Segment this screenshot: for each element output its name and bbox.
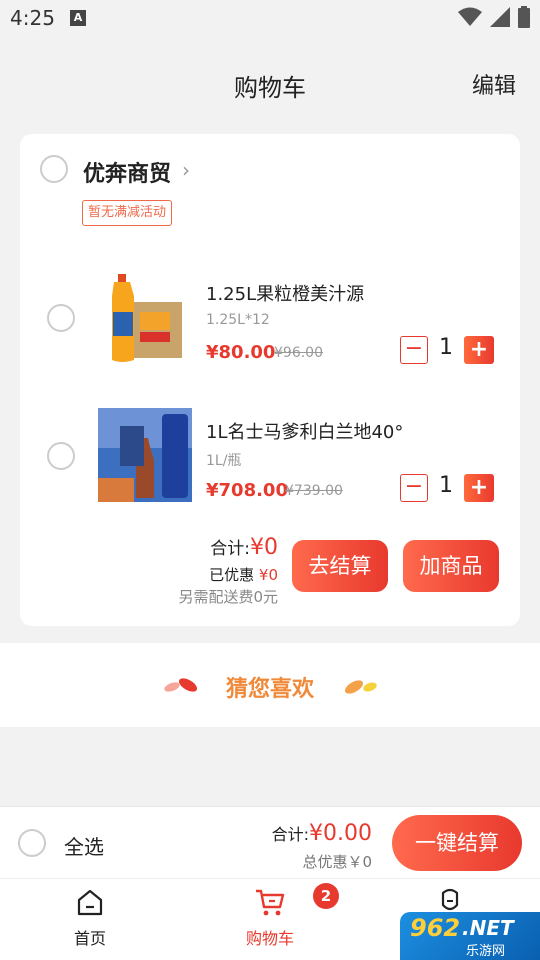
product-old-price: ¥739.00: [285, 483, 343, 499]
cart-total-label: 合计:: [271, 825, 310, 844]
home-icon: [77, 889, 103, 916]
notification-a-icon: A: [70, 10, 86, 26]
site-watermark: 962 .NET 乐游网: [400, 912, 540, 960]
product-spec: 1L/瓶: [206, 453, 242, 469]
guess-title: 猜您喜欢: [225, 677, 314, 702]
qty-minus-button[interactable]: −: [400, 336, 428, 364]
status-icons: [458, 6, 530, 28]
product-price: ¥80.00: [206, 342, 276, 363]
tab-home[interactable]: 首页: [30, 887, 150, 949]
qty-plus-button[interactable]: +: [464, 474, 494, 502]
page-title: 购物车: [234, 74, 306, 102]
promo-badge: 暂无满减活动: [82, 200, 173, 226]
shop-discount-value: ¥0: [258, 566, 278, 584]
add-product-button[interactable]: 加商品: [403, 540, 499, 592]
guess-section: 猜您喜欢: [0, 643, 540, 727]
shop-name[interactable]: 优奔商贸: [83, 156, 171, 188]
tab-cart-label: 购物车: [245, 929, 294, 948]
wifi-icon: [458, 7, 482, 26]
product-image-juice[interactable]: [104, 272, 198, 366]
battery-icon: [518, 6, 530, 28]
signal-icon: [490, 7, 510, 27]
shop-checkout-button[interactable]: 去结算: [292, 540, 388, 592]
watermark-name: 乐游网: [466, 944, 506, 959]
product-select-radio[interactable]: [47, 442, 75, 470]
watermark-number: 962: [410, 914, 461, 942]
shop-select-radio[interactable]: [40, 155, 68, 183]
qty-minus-button[interactable]: −: [400, 474, 428, 502]
delivery-note: 另需配送费0元: [178, 588, 278, 606]
watermark-net: .NET: [462, 916, 514, 940]
cart-count-badge: 2: [313, 883, 339, 909]
decor-leaves-right-icon: [344, 680, 377, 694]
qty-plus-button[interactable]: +: [464, 336, 494, 364]
select-all-radio[interactable]: [18, 829, 46, 857]
tab-cart[interactable]: 购物车: [210, 887, 330, 949]
cart-total-value: ¥0.00: [309, 821, 372, 846]
product-old-price: ¥96.00: [274, 345, 323, 361]
shop-total-label: 合计:: [210, 539, 250, 559]
cart-total: 合计:¥0.00: [272, 821, 372, 846]
cart-total-discount: 总优惠￥0: [302, 853, 372, 871]
edit-button[interactable]: 编辑: [472, 68, 516, 100]
product-name[interactable]: 1L名士马爹利白兰地40°: [206, 418, 403, 444]
product-image-brandy[interactable]: [98, 408, 192, 502]
shop-total: 合计:¥0: [210, 534, 278, 560]
one-click-checkout-button[interactable]: 一键结算: [392, 815, 522, 871]
select-all-label[interactable]: 全选: [64, 831, 104, 860]
shop-discount: 已优惠 ¥0: [209, 564, 278, 585]
shop-card: 优奔商贸 › 暂无满减活动 1.25L果粒橙美汁源 1.25L*12 ¥80.0…: [20, 134, 520, 626]
product-spec: 1.25L*12: [206, 312, 270, 328]
nav-header: 购物车 编辑: [0, 40, 540, 130]
product-name[interactable]: 1.25L果粒橙美汁源: [206, 280, 364, 306]
tab-home-label: 首页: [73, 929, 106, 948]
status-time: 4:25: [10, 6, 55, 30]
chevron-right-icon[interactable]: ›: [182, 158, 190, 182]
product-price: ¥708.00: [206, 480, 288, 501]
cart-icon: [256, 889, 285, 916]
qty-value: 1: [439, 335, 453, 360]
qty-value: 1: [439, 473, 453, 498]
shop-total-value: ¥0: [250, 535, 278, 560]
product-select-radio[interactable]: [47, 304, 75, 332]
checkout-bar: 全选 合计:¥0.00 总优惠￥0 一键结算: [0, 806, 540, 878]
status-bar: 4:25 A: [0, 0, 540, 40]
shop-discount-label: 已优惠: [209, 566, 255, 584]
